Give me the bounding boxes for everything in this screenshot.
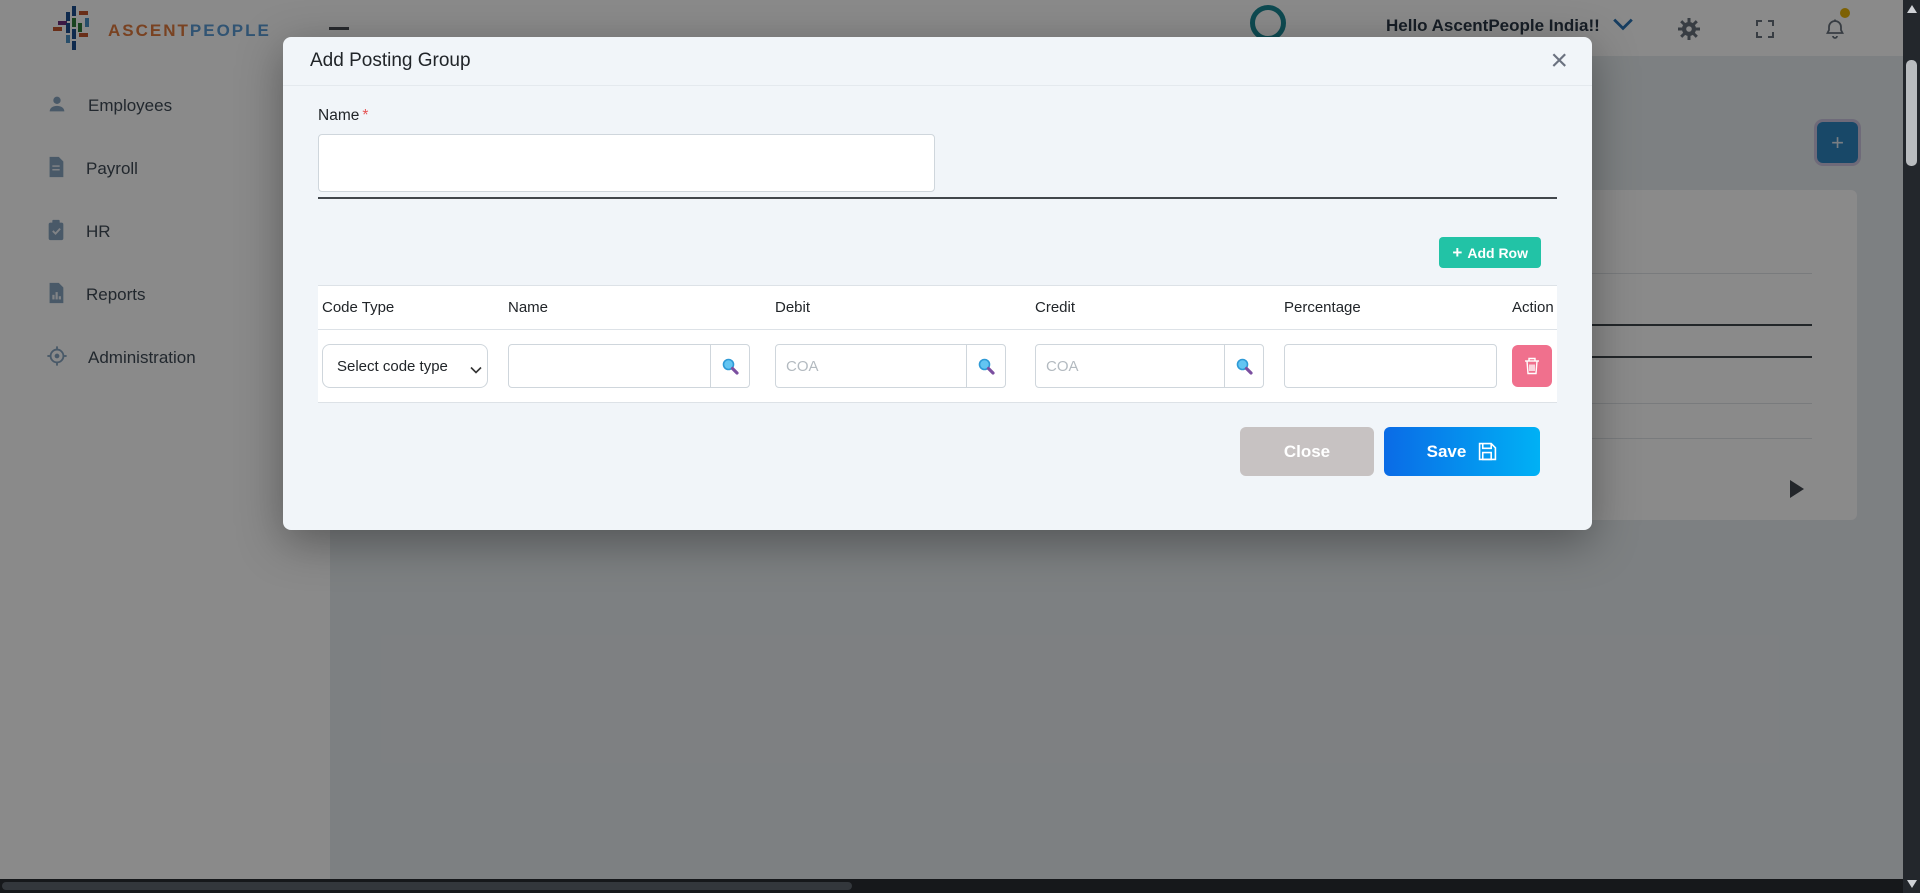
column-header-percentage: Percentage [1280,299,1508,316]
column-header-code-type: Code Type [318,299,504,316]
add-posting-group-modal: Add Posting Group × Name* + Add Row Code… [283,37,1592,530]
column-header-credit: Credit [1031,299,1280,316]
save-button[interactable]: Save [1384,427,1540,476]
trash-icon [1524,357,1540,375]
vertical-scrollbar[interactable] [1903,0,1920,893]
credit-coa-input[interactable] [1035,344,1225,388]
vertical-scrollbar-thumb[interactable] [1906,60,1917,166]
column-header-debit: Debit [771,299,1031,316]
modal-header: Add Posting Group × [283,37,1592,86]
save-disk-icon [1478,442,1497,461]
name-search-button[interactable] [710,344,750,388]
close-icon[interactable]: × [1550,50,1568,72]
code-type-select[interactable]: Select code type [322,344,488,388]
required-asterisk: * [362,107,368,124]
row-name-input[interactable] [508,344,711,388]
close-button[interactable]: Close [1240,427,1374,476]
search-icon [976,356,996,376]
credit-search-button[interactable] [1224,344,1264,388]
column-header-action: Action [1508,299,1557,316]
modal-footer: Close Save [318,427,1557,476]
horizontal-scrollbar-thumb[interactable] [2,882,852,890]
modal-title: Add Posting Group [310,50,471,72]
horizontal-scrollbar[interactable] [0,879,1903,893]
add-row-button[interactable]: + Add Row [1439,237,1541,268]
column-header-name: Name [504,299,771,316]
scroll-up-arrow[interactable] [1907,5,1917,13]
percentage-input[interactable] [1284,344,1497,388]
debit-search-button[interactable] [966,344,1006,388]
name-field-label: Name* [318,107,1557,125]
posting-group-name-input[interactable] [318,134,935,192]
section-divider [318,197,1557,199]
chevron-down-icon [470,361,482,379]
scroll-down-arrow[interactable] [1907,880,1917,888]
search-icon [1234,356,1254,376]
table-header-row: Code Type Name Debit Credit Percentage A… [318,285,1557,330]
posting-rows-table: Code Type Name Debit Credit Percentage A… [318,285,1557,403]
delete-row-button[interactable] [1512,345,1552,387]
plus-icon: + [1452,244,1462,261]
table-row: Select code type [318,330,1557,403]
search-icon [720,356,740,376]
modal-body: Name* + Add Row Code Type Name Debit Cre… [283,86,1592,476]
debit-coa-input[interactable] [775,344,967,388]
